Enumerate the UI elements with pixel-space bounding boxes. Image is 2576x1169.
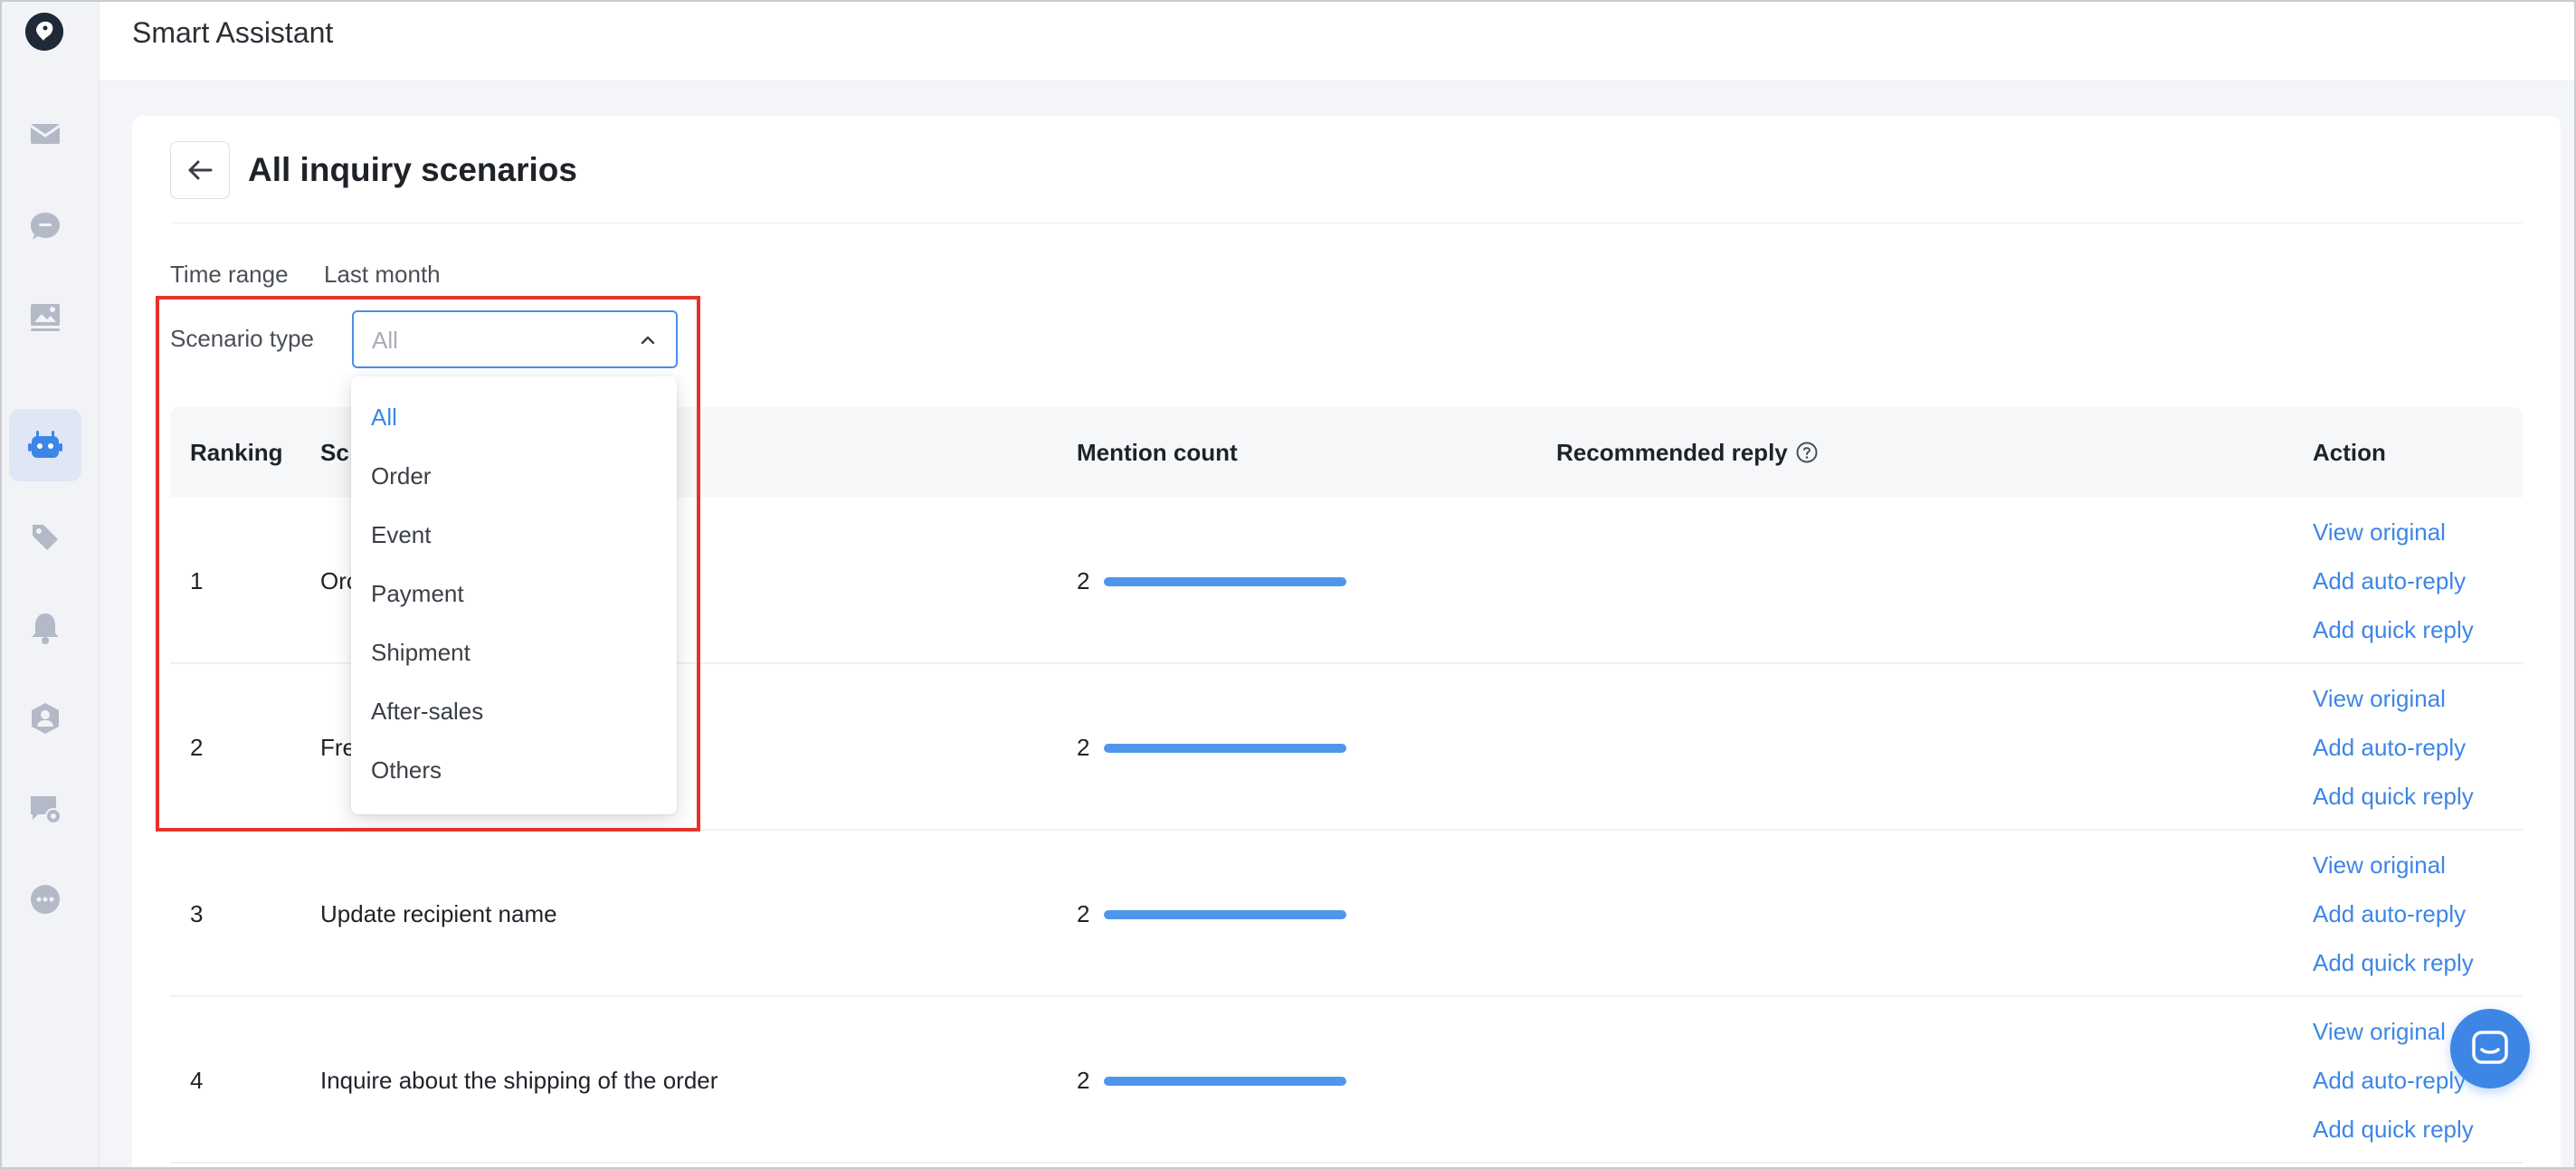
table-row: 4 Inquire about the shipping of the orde…: [170, 997, 2523, 1164]
sidebar-item-tags[interactable]: [9, 501, 81, 574]
header-action: Action: [2313, 439, 2386, 466]
table-row: 3 Update recipient name 2 View original …: [170, 831, 2523, 997]
row-mention-count: 2: [1077, 734, 1090, 761]
sidebar-item-media[interactable]: [9, 280, 81, 353]
robot-icon: [28, 431, 62, 458]
user-shield-icon: [32, 703, 59, 734]
row-ranking: 4: [190, 1067, 204, 1094]
help-icon[interactable]: [1795, 441, 1819, 464]
highlight-box: [156, 296, 700, 832]
view-original-link[interactable]: View original: [2313, 1016, 2446, 1047]
mention-count-bar: [1104, 744, 1346, 753]
tag-icon: [33, 525, 58, 550]
top-header: Smart Assistant: [100, 2, 2574, 81]
sidebar-item-mail[interactable]: [9, 98, 81, 170]
row-scenario: Inquire about the shipping of the order: [320, 1067, 718, 1094]
time-range-label: Time range: [170, 261, 289, 288]
chat-settings-icon: [31, 796, 62, 824]
add-auto-reply-link[interactable]: Add auto-reply: [2313, 732, 2466, 763]
arrow-left-icon: [188, 160, 213, 180]
sidebar-item-team[interactable]: [9, 682, 81, 755]
row-mention-count: 2: [1077, 567, 1090, 594]
add-quick-reply-link[interactable]: Add quick reply: [2313, 781, 2474, 812]
mention-count-bar: [1104, 577, 1346, 586]
mail-icon: [30, 124, 61, 144]
sidebar-item-chat[interactable]: [9, 190, 81, 262]
sidebar-item-smart-assistant[interactable]: [9, 409, 81, 481]
header-recommended-reply: Recommended reply: [1556, 436, 1819, 469]
sidebar-item-chat-settings[interactable]: [9, 773, 81, 845]
header-mention-count: Mention count: [1077, 439, 1238, 466]
more-icon: [31, 885, 60, 914]
add-quick-reply-link[interactable]: Add quick reply: [2313, 614, 2474, 645]
message-icon: [2472, 1031, 2508, 1064]
chat-bubble-icon: [31, 213, 60, 240]
app-logo: [25, 13, 63, 51]
add-quick-reply-link[interactable]: Add quick reply: [2313, 1114, 2474, 1145]
time-range-value: Last month: [324, 261, 441, 288]
bell-icon: [32, 613, 59, 644]
image-icon: [31, 304, 60, 331]
page-title: All inquiry scenarios: [248, 151, 577, 188]
app-title: Smart Assistant: [132, 16, 334, 49]
mention-count-bar: [1104, 1077, 1346, 1086]
view-original-link[interactable]: View original: [2313, 683, 2446, 714]
view-original-link[interactable]: View original: [2313, 850, 2446, 880]
add-auto-reply-link[interactable]: Add auto-reply: [2313, 898, 2466, 929]
add-auto-reply-link[interactable]: Add auto-reply: [2313, 565, 2466, 596]
sidebar-item-notifications[interactable]: [9, 592, 81, 664]
sidebar: [2, 2, 100, 1167]
row-ranking: 3: [190, 900, 204, 927]
add-auto-reply-link[interactable]: Add auto-reply: [2313, 1065, 2466, 1096]
sidebar-item-more[interactable]: [9, 863, 81, 936]
back-button[interactable]: [170, 141, 230, 199]
add-quick-reply-link[interactable]: Add quick reply: [2313, 947, 2474, 978]
row-mention-count: 2: [1077, 1067, 1090, 1094]
row-scenario: Update recipient name: [320, 900, 557, 927]
view-original-link[interactable]: View original: [2313, 517, 2446, 547]
app-window: Smart Assistant All inquiry scenarios Ti…: [0, 0, 2576, 1169]
mention-count-bar: [1104, 910, 1346, 919]
support-chat-button[interactable]: [2450, 1009, 2530, 1088]
header-recommended-reply-label: Recommended reply: [1556, 439, 1788, 466]
row-mention-count: 2: [1077, 900, 1090, 927]
